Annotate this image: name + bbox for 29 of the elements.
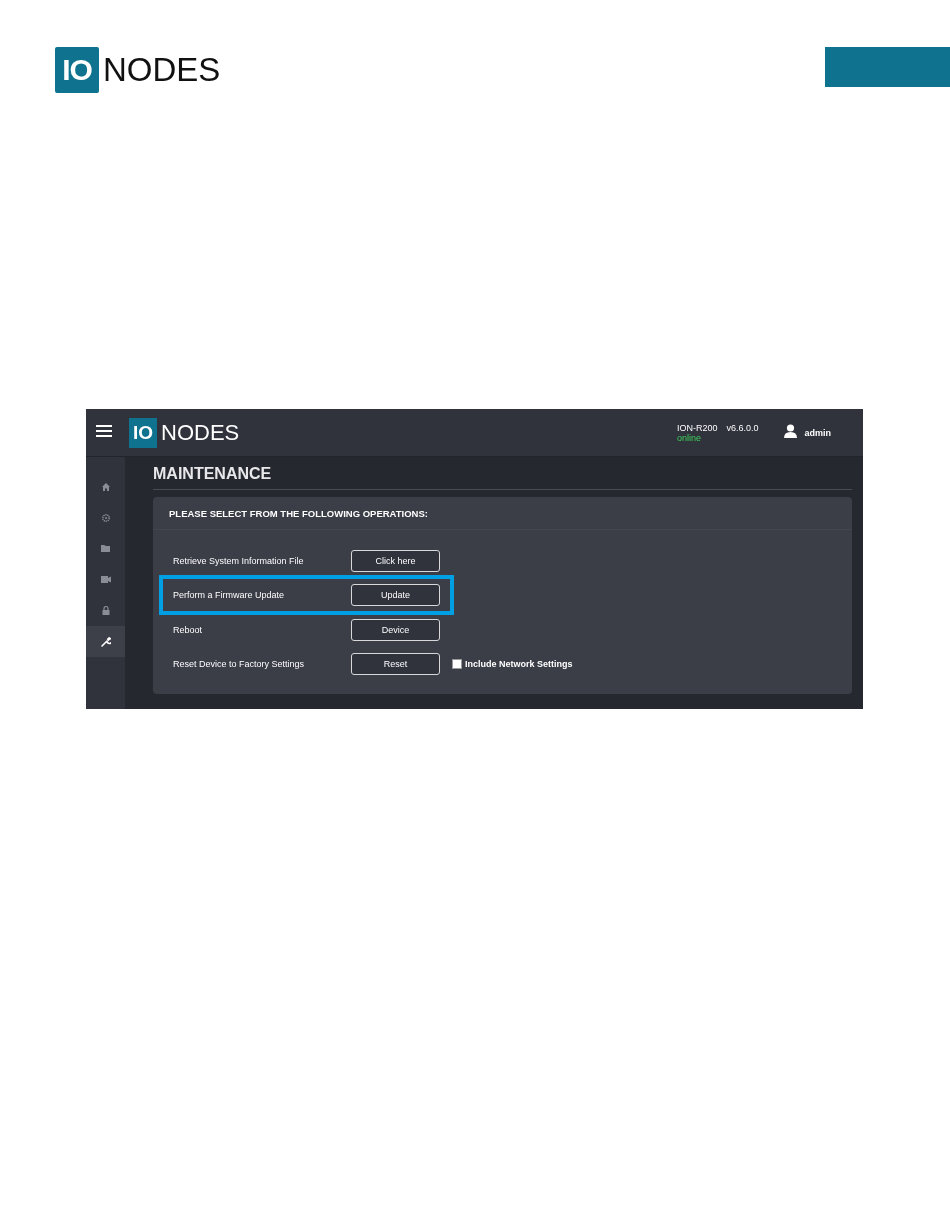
action-button[interactable]: Device <box>351 618 440 641</box>
logo-text: NODES <box>161 419 240 446</box>
logo-mark: IO <box>55 47 99 93</box>
home-icon <box>101 482 110 491</box>
wrench-icon <box>100 636 111 647</box>
operation-label: Retrieve System Information File <box>173 555 305 566</box>
action-button[interactable]: Click here <box>351 549 440 572</box>
operation-label: Perform a Firmware Update <box>173 590 286 600</box>
device-model: ION-R200 <box>676 422 718 433</box>
action-button[interactable]: Update <box>351 584 440 606</box>
sidebar-item[interactable] <box>86 626 125 657</box>
checkbox-label[interactable]: Include Network Settings <box>465 658 573 669</box>
menu-icon[interactable] <box>96 424 112 437</box>
operation-label: Reset Device to Factory Settings <box>173 658 306 669</box>
page-title: MAINTENANCE <box>153 465 852 490</box>
panel-heading: PLEASE SELECT FROM THE FOLLOWING OPERATIONS: <box>153 497 852 530</box>
logo-text: NODES <box>103 51 221 89</box>
firmware-version: v6.6.0.0 <box>726 422 759 433</box>
gear-icon <box>101 513 110 522</box>
action-button[interactable]: Reset <box>351 652 440 675</box>
operation-label: Reboot <box>173 624 204 635</box>
camera-icon <box>100 576 111 583</box>
folder-icon <box>101 545 110 552</box>
logo-mark: IO <box>129 417 157 448</box>
checkbox[interactable] <box>452 658 462 669</box>
user-icon[interactable] <box>784 423 798 438</box>
lock-icon <box>101 606 110 615</box>
user-name[interactable]: admin <box>804 427 831 438</box>
status-text: online <box>676 432 702 443</box>
